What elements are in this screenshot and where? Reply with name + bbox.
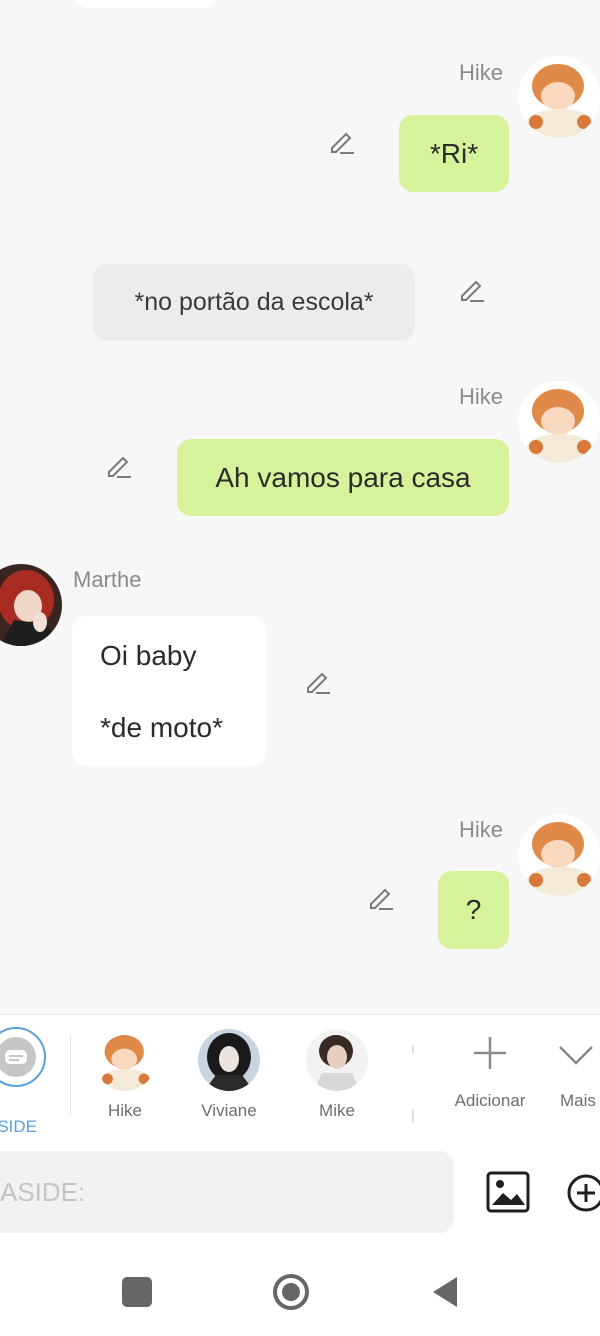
plus-icon bbox=[474, 1037, 506, 1069]
edit-icon[interactable] bbox=[366, 882, 396, 912]
add-character-button[interactable]: Adicionar bbox=[448, 1033, 532, 1111]
avatar[interactable] bbox=[518, 381, 600, 463]
message-line: *de moto* bbox=[100, 712, 223, 743]
sender-name: Hike bbox=[459, 60, 504, 85]
avatar bbox=[198, 1029, 260, 1091]
aside-icon bbox=[0, 1027, 46, 1087]
edit-icon[interactable] bbox=[327, 126, 357, 156]
chevron-down-icon bbox=[559, 1046, 593, 1065]
avatar[interactable] bbox=[518, 56, 600, 138]
character-name: Viviane bbox=[201, 1101, 257, 1120]
avatar[interactable] bbox=[518, 814, 600, 896]
more-button[interactable]: Mais bbox=[556, 1033, 600, 1111]
home-nav-icon[interactable] bbox=[271, 1272, 311, 1312]
image-icon bbox=[486, 1171, 530, 1213]
character-hike[interactable]: Hike bbox=[94, 1029, 156, 1121]
character-mike[interactable]: Mike bbox=[306, 1029, 368, 1121]
avatar bbox=[94, 1029, 156, 1091]
system-nav-bar bbox=[0, 1245, 600, 1336]
edit-icon[interactable] bbox=[303, 666, 333, 696]
message-bubble[interactable]: *Ri* bbox=[399, 115, 509, 192]
aside-button[interactable]: ASIDE bbox=[0, 1027, 50, 1136]
add-label: Adicionar bbox=[454, 1091, 526, 1110]
message-bubble[interactable]: ? bbox=[438, 871, 509, 949]
previous-message-bubble bbox=[74, 0, 218, 8]
edit-icon[interactable] bbox=[104, 450, 134, 480]
add-attachment-button[interactable] bbox=[566, 1173, 600, 1213]
message-line: Oi baby bbox=[100, 640, 197, 671]
narration-bubble[interactable]: *no portão da escola* bbox=[93, 264, 415, 341]
character-bar: ASIDE Hike Viviane bbox=[0, 1014, 600, 1140]
sender-name: Hike bbox=[459, 817, 504, 842]
aside-label: ASIDE bbox=[0, 1117, 38, 1136]
character-overflow-hint bbox=[412, 1045, 415, 1123]
square-nav-icon[interactable] bbox=[122, 1277, 152, 1307]
add-circle-icon bbox=[567, 1174, 600, 1212]
image-button[interactable] bbox=[485, 1169, 531, 1215]
edit-icon[interactable] bbox=[457, 274, 487, 304]
divider bbox=[70, 1035, 71, 1115]
back-nav-icon[interactable] bbox=[430, 1275, 460, 1309]
character-name: Hike bbox=[107, 1101, 142, 1120]
sender-name: Hike bbox=[459, 384, 504, 409]
message-input[interactable] bbox=[0, 1151, 454, 1233]
message-bubble[interactable]: Ah vamos para casa bbox=[177, 439, 509, 516]
character-name: Mike bbox=[319, 1101, 355, 1120]
more-label: Mais bbox=[560, 1091, 596, 1110]
composer bbox=[0, 1139, 600, 1245]
message-bubble[interactable]: Oi baby *de moto* bbox=[72, 616, 266, 766]
sender-name: Marthe bbox=[73, 567, 142, 592]
avatar[interactable] bbox=[0, 564, 62, 646]
character-viviane[interactable]: Viviane bbox=[189, 1029, 269, 1121]
avatar bbox=[306, 1029, 368, 1091]
